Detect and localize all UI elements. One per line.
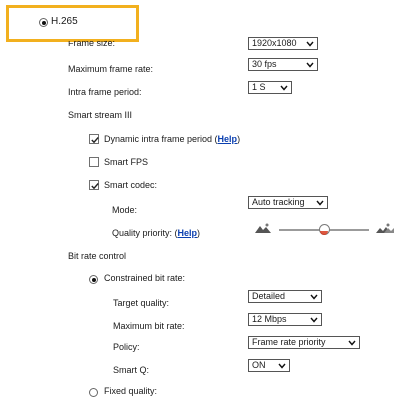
target-quality-value: Detailed xyxy=(252,291,286,301)
smart-fps-checkbox[interactable] xyxy=(89,157,99,167)
constrained-bit-rate-radio[interactable] xyxy=(89,275,98,284)
intra-frame-period-select[interactable]: 1 S xyxy=(248,81,292,94)
max-bit-rate-label: Maximum bit rate: xyxy=(113,321,185,331)
mode-value: Auto tracking xyxy=(252,197,305,207)
smart-q-select[interactable]: ON xyxy=(248,359,290,372)
target-quality-select[interactable]: Detailed xyxy=(248,290,322,303)
smart-q-value: ON xyxy=(252,360,266,370)
max-bit-rate-select[interactable]: 12 Mbps xyxy=(248,313,322,326)
chevron-down-icon xyxy=(316,200,324,206)
target-quality-label: Target quality: xyxy=(113,298,170,308)
checkmark-icon xyxy=(91,183,99,190)
quality-priority-label: Quality priority: ( xyxy=(112,228,178,238)
intra-frame-period-value: 1 S xyxy=(252,82,266,92)
mode-select[interactable]: Auto tracking xyxy=(248,196,328,209)
quality-priority-slider-knob[interactable] xyxy=(318,224,330,235)
dynamic-intra-help-link[interactable]: Help xyxy=(218,134,238,144)
h265-radio[interactable] xyxy=(39,18,48,27)
quality-priority-label-row: Quality priority: (Help) xyxy=(112,227,200,239)
frame-size-select[interactable]: 1920x1080 xyxy=(248,37,318,50)
dynamic-intra-label-row: Dynamic intra frame period (Help) xyxy=(104,133,240,145)
dynamic-intra-label: Dynamic intra frame period ( xyxy=(104,134,218,144)
h265-label: H.265 xyxy=(51,16,78,27)
smart-fps-label: Smart FPS xyxy=(104,157,149,167)
max-frame-rate-value: 30 fps xyxy=(252,59,277,69)
quality-priority-help-link[interactable]: Help xyxy=(178,228,198,238)
smart-codec-label: Smart codec: xyxy=(104,180,158,190)
smart-q-label: Smart Q: xyxy=(113,365,150,375)
chevron-down-icon xyxy=(310,317,318,323)
max-frame-rate-label: Maximum frame rate: xyxy=(68,64,154,74)
fixed-quality-label: Fixed quality: xyxy=(104,386,158,396)
mode-label: Mode: xyxy=(112,205,138,215)
smart-stream-title: Smart stream III xyxy=(68,110,133,120)
policy-select[interactable]: Frame rate priority xyxy=(248,336,360,349)
bit-rate-control-title: Bit rate control xyxy=(68,251,127,261)
low-quality-icon xyxy=(254,222,272,234)
dynamic-intra-close-paren: ) xyxy=(237,134,241,144)
checkmark-icon xyxy=(91,137,99,144)
fixed-quality-radio[interactable] xyxy=(89,388,98,397)
max-bit-rate-value: 12 Mbps xyxy=(252,314,287,324)
quality-priority-close-paren: ) xyxy=(197,228,201,238)
chevron-down-icon xyxy=(306,41,314,47)
policy-value: Frame rate priority xyxy=(252,337,326,347)
smart-codec-checkbox[interactable] xyxy=(89,180,99,190)
frame-size-value: 1920x1080 xyxy=(252,38,297,48)
chevron-down-icon xyxy=(310,294,318,300)
constrained-bit-rate-label: Constrained bit rate: xyxy=(104,273,186,283)
chevron-down-icon xyxy=(306,62,314,68)
intra-frame-period-label: Intra frame period: xyxy=(68,87,142,97)
chevron-down-icon xyxy=(348,340,356,346)
chevron-down-icon xyxy=(280,85,288,91)
policy-label: Policy: xyxy=(113,342,140,352)
high-quality-icon xyxy=(376,223,394,233)
dynamic-intra-checkbox[interactable] xyxy=(89,134,99,144)
chevron-down-icon xyxy=(278,363,286,369)
max-frame-rate-select[interactable]: 30 fps xyxy=(248,58,318,71)
